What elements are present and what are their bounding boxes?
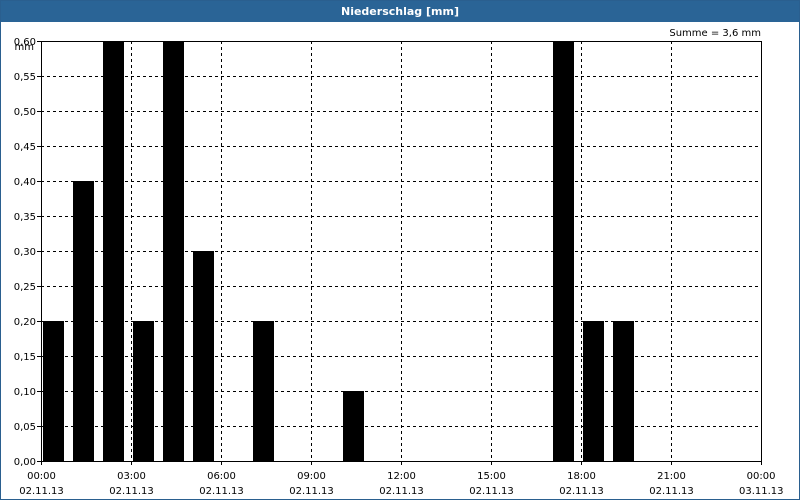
precipitation-bar [73, 181, 94, 461]
y-tick-label: 0,35 [14, 212, 36, 223]
x-tick-date-label: 02.11.13 [649, 486, 694, 497]
x-tick-time-label: 06:00 [207, 471, 236, 482]
x-tick-time-label: 00:00 [747, 471, 776, 482]
x-tick-time-label: 12:00 [387, 471, 416, 482]
precipitation-bar [553, 41, 574, 461]
precipitation-bar [583, 321, 604, 461]
y-axis-ticks: 0,00 0,05 0,10 0,15 0,20 0,25 0,30 0,35 0,40 0,45… [14, 37, 41, 468]
x-tick-time-label: 15:00 [477, 471, 506, 482]
y-tick-label: 0,50 [14, 107, 36, 118]
x-tick-date-label: 02.11.13 [289, 486, 334, 497]
x-tick-time-label: 18:00 [567, 471, 596, 482]
x-tick-time-label: 21:00 [657, 471, 686, 482]
y-axis-unit-label: mm [15, 42, 34, 53]
y-tick-label: 0,25 [14, 282, 36, 293]
x-tick-date-label: 02.11.13 [199, 486, 244, 497]
y-tick-label: 0,20 [14, 317, 36, 328]
precipitation-bar [103, 41, 124, 461]
x-tick-date-label: 02.11.13 [109, 486, 154, 497]
y-tick-label: 0,00 [14, 457, 36, 468]
precipitation-bar [163, 41, 184, 461]
y-tick-label: 0,15 [14, 352, 36, 363]
y-tick-label: 0,45 [14, 142, 36, 153]
y-tick-label: 0,10 [14, 387, 36, 398]
x-tick-time-label: 00:00 [27, 471, 56, 482]
precipitation-bar [343, 391, 364, 461]
x-tick-date-label: 02.11.13 [469, 486, 514, 497]
y-tick-label: 0,30 [14, 247, 36, 258]
precipitation-bar [193, 251, 214, 461]
y-tick-label: 0,55 [14, 72, 36, 83]
precipitation-bar [43, 321, 64, 461]
x-tick-date-label: 02.11.13 [379, 486, 424, 497]
x-axis-ticks: 00:00 02.11.13 03:00 02.11.13 06:00 02.11.13 0… [19, 461, 784, 497]
y-tick-label: 0,05 [14, 422, 36, 433]
y-tick-label: 0,40 [14, 177, 36, 188]
x-tick-date-label: 02.11.13 [559, 486, 604, 497]
x-tick-time-label: 03:00 [117, 471, 146, 482]
x-tick-time-label: 09:00 [297, 471, 326, 482]
precipitation-chart: 0,00 0,05 0,10 0,15 0,20 0,25 0,30 0,35 0,40 0,45… [14, 28, 784, 497]
summary-label: Summe = 3,6 mm [669, 28, 761, 39]
precipitation-bar [133, 321, 154, 461]
precipitation-bar [613, 321, 634, 461]
precipitation-bar [253, 321, 274, 461]
x-tick-date-label: 02.11.13 [19, 486, 64, 497]
x-tick-date-label: 03.11.13 [739, 486, 784, 497]
